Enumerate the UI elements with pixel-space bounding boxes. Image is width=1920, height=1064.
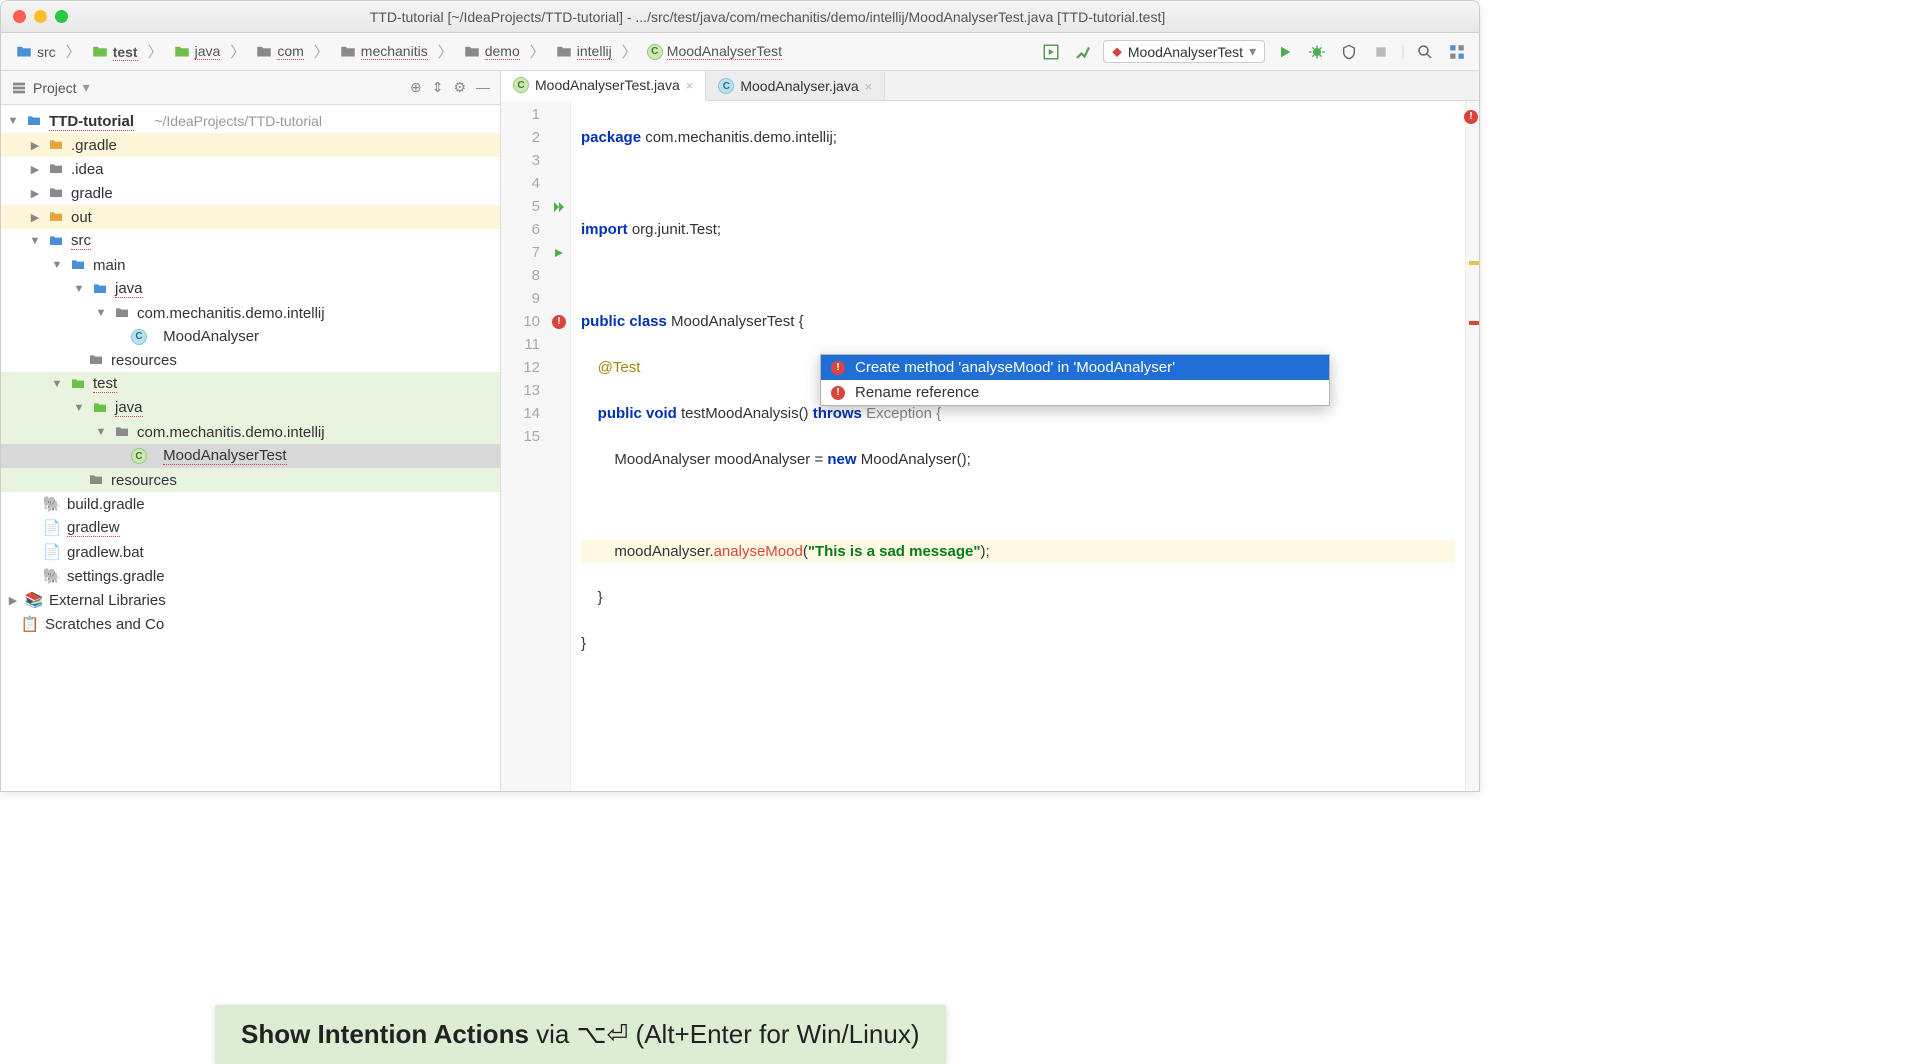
tree-item-scratches[interactable]: 📋Scratches and Co xyxy=(1,612,500,636)
run-class-icon[interactable] xyxy=(552,195,566,218)
code-editor[interactable]: 123456789101112131415 ! package com.mech… xyxy=(501,101,1479,792)
close-tab-icon[interactable]: × xyxy=(865,79,873,94)
breadcrumb-mechanitis[interactable]: mechanitis xyxy=(335,41,432,63)
close-tab-icon[interactable]: × xyxy=(686,78,694,93)
code-content[interactable]: package com.mechanitis.demo.intellij; im… xyxy=(571,101,1465,792)
breadcrumb-intellij[interactable]: intellij xyxy=(551,41,616,63)
editor-area: CMoodAnalyserTest.java× CMoodAnalyser.ja… xyxy=(501,71,1479,791)
tree-item-main[interactable]: ▼main xyxy=(1,253,500,277)
tree-item-gradle-dot[interactable]: ▶.gradle xyxy=(1,133,500,157)
breadcrumb-class[interactable]: CMoodAnalyserTest xyxy=(643,41,786,62)
tree-item-test-resources[interactable]: resources xyxy=(1,468,500,492)
popup-rename-reference[interactable]: !Rename reference xyxy=(821,380,1329,405)
maximize-window-icon[interactable] xyxy=(55,10,68,23)
run-config-selector[interactable]: ⬥MoodAnalyserTest▾ xyxy=(1103,40,1265,63)
warning-mark[interactable] xyxy=(1469,261,1479,265)
breadcrumb-src[interactable]: src xyxy=(11,41,60,63)
tree-root[interactable]: ▼TTD-tutorial ~/IdeaProjects/TTD-tutoria… xyxy=(1,109,500,133)
tab-moodanalyser[interactable]: CMoodAnalyser.java× xyxy=(706,72,885,100)
run-context-icon[interactable] xyxy=(1039,40,1063,64)
tree-item-main-pkg[interactable]: ▼com.mechanitis.demo.intellij xyxy=(1,301,500,325)
navigation-toolbar: src〉 test〉 java〉 com〉 mechanitis〉 demo〉 … xyxy=(1,33,1479,71)
coverage-icon[interactable] xyxy=(1337,40,1361,64)
hide-icon[interactable]: — xyxy=(476,79,490,96)
stop-icon[interactable] xyxy=(1369,40,1393,64)
tree-item-main-resources[interactable]: resources xyxy=(1,348,500,372)
tree-item-external-libs[interactable]: ▶📚External Libraries xyxy=(1,588,500,612)
tab-moodanalysertest[interactable]: CMoodAnalyserTest.java× xyxy=(501,71,706,101)
main-split: Project ▾ ⊕ ⇕ ⚙ — ▼TTD-tutorial ~/IdeaPr… xyxy=(1,71,1479,791)
titlebar: TTD-tutorial [~/IdeaProjects/TTD-tutoria… xyxy=(1,1,1479,33)
run-test-icon[interactable] xyxy=(552,241,566,264)
popup-create-method[interactable]: !Create method 'analyseMood' in 'MoodAna… xyxy=(821,355,1329,380)
search-icon[interactable] xyxy=(1413,40,1437,64)
intention-bulb-icon[interactable]: ! xyxy=(552,310,566,333)
project-tool-header[interactable]: Project ▾ ⊕ ⇕ ⚙ — xyxy=(1,71,500,105)
project-tool-label: Project xyxy=(33,80,77,96)
tree-item-idea[interactable]: ▶.idea xyxy=(1,157,500,181)
ide-window: TTD-tutorial [~/IdeaProjects/TTD-tutoria… xyxy=(0,0,1480,792)
debug-icon[interactable] xyxy=(1305,40,1329,64)
build-icon[interactable] xyxy=(1071,40,1095,64)
tree-item-test-java[interactable]: ▼java xyxy=(1,396,500,420)
error-mark[interactable] xyxy=(1469,321,1479,325)
tree-item-main-java[interactable]: ▼java xyxy=(1,277,500,301)
expand-all-icon[interactable]: ⇕ xyxy=(432,79,444,96)
window-title: TTD-tutorial [~/IdeaProjects/TTD-tutoria… xyxy=(68,9,1467,25)
tree-item-gradlew-bat[interactable]: 📄gradlew.bat xyxy=(1,540,500,564)
window-controls xyxy=(13,10,68,23)
select-opened-icon[interactable]: ⊕ xyxy=(410,79,422,96)
breadcrumb-java[interactable]: java xyxy=(169,41,225,63)
tree-item-out[interactable]: ▶out xyxy=(1,205,500,229)
tree-item-gradlew[interactable]: 📄gradlew xyxy=(1,516,500,540)
project-structure-icon[interactable] xyxy=(1445,40,1469,64)
breadcrumb-test[interactable]: test xyxy=(87,41,142,63)
gear-icon[interactable]: ⚙ xyxy=(453,79,466,96)
error-stripe[interactable]: ! xyxy=(1465,101,1479,792)
tree-item-settings-gradle[interactable]: 🐘settings.gradle xyxy=(1,564,500,588)
close-window-icon[interactable] xyxy=(13,10,26,23)
tree-item-gradle[interactable]: ▶gradle xyxy=(1,181,500,205)
editor-tabs: CMoodAnalyserTest.java× CMoodAnalyser.ja… xyxy=(501,71,1479,101)
project-tree[interactable]: ▼TTD-tutorial ~/IdeaProjects/TTD-tutoria… xyxy=(1,105,500,791)
intention-actions-popup: !Create method 'analyseMood' in 'MoodAna… xyxy=(820,354,1330,406)
tree-item-moodanalyser[interactable]: C MoodAnalyser xyxy=(1,325,500,348)
breadcrumb-demo[interactable]: demo xyxy=(459,41,524,63)
tree-item-build-gradle[interactable]: 🐘build.gradle xyxy=(1,492,500,516)
line-gutter: 123456789101112131415 ! xyxy=(501,101,571,792)
tree-item-test-pkg[interactable]: ▼com.mechanitis.demo.intellij xyxy=(1,420,500,444)
minimize-window-icon[interactable] xyxy=(34,10,47,23)
error-indicator-icon[interactable]: ! xyxy=(1464,103,1478,126)
tree-item-test[interactable]: ▼test xyxy=(1,372,500,396)
run-icon[interactable] xyxy=(1273,40,1297,64)
project-sidebar: Project ▾ ⊕ ⇕ ⚙ — ▼TTD-tutorial ~/IdeaPr… xyxy=(1,71,501,791)
breadcrumb-com[interactable]: com xyxy=(251,41,307,63)
tree-item-moodanalysertest[interactable]: C MoodAnalyserTest xyxy=(1,444,500,468)
tree-item-src[interactable]: ▼src xyxy=(1,229,500,253)
